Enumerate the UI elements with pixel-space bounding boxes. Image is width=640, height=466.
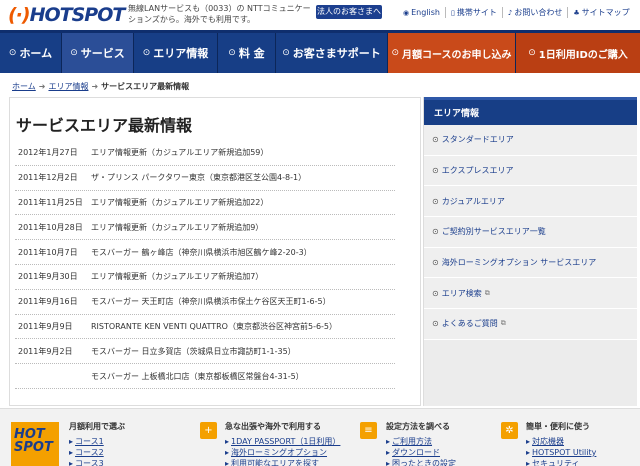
sidebar-item-express-area[interactable]: ⊙ エクスプレスエリア bbox=[424, 155, 637, 187]
circle-arrow-icon: ⊙ bbox=[432, 135, 439, 145]
sidebar-item-contract-area-list[interactable]: ⊙ ご契約別サービスエリア一覧 bbox=[424, 217, 637, 248]
list-item: 2011年9月30日 エリア情報更新（カジュアルエリア新規追加7） bbox=[15, 265, 395, 290]
footer-link[interactable]: ダウンロード bbox=[386, 447, 456, 458]
list-item: 2011年9月9日 RISTORANTE KEN VENTI QUATTRO（東京… bbox=[15, 315, 395, 340]
mobile-site-link[interactable]: ▯ 携帯サイト bbox=[446, 7, 503, 18]
footer-link[interactable]: ご利用方法 bbox=[386, 436, 456, 447]
top-bar: (·)HOTSPOT 無線LANサービスも（0033）の NTTコミュニケーショ… bbox=[0, 0, 640, 30]
list-item: 2011年10月28日 エリア情報更新（カジュアルエリア新規追加9） bbox=[15, 215, 395, 241]
contact-link[interactable]: ♪ お問い合わせ bbox=[503, 7, 569, 18]
list-item: 2012年1月27日 エリア情報更新（カジュアルエリア新規追加59） bbox=[15, 141, 395, 166]
circle-arrow-icon: ⊙ bbox=[528, 48, 536, 58]
list-item: 2011年11月25日 エリア情報更新（カジュアルエリア新規追加22） bbox=[15, 191, 395, 216]
circle-arrow-icon: ⊙ bbox=[432, 196, 439, 206]
hotspot-logo[interactable]: (·)HOTSPOT bbox=[8, 4, 125, 26]
breadcrumb-area-info[interactable]: エリア情報 bbox=[48, 82, 88, 91]
business-customers-button[interactable]: 法人のお客さまへ bbox=[316, 5, 382, 19]
globe-icon: ◉ bbox=[403, 8, 410, 17]
footer-link[interactable]: コース3 bbox=[69, 458, 125, 466]
mobile-icon: ▯ bbox=[451, 8, 455, 17]
utility-links: ◉ English ▯ 携帯サイト ♪ お問い合わせ ♣ サイトマップ bbox=[398, 7, 635, 18]
page-title: サービスエリア最新情報 bbox=[16, 116, 193, 135]
nav-home[interactable]: ⊙ ホーム bbox=[0, 33, 62, 73]
external-window-icon: ⧉ bbox=[484, 288, 490, 297]
list-item: 2011年9月16日 モスバーガー 天王町店（神奈川県横浜市保土ケ谷区天王町1-6… bbox=[15, 290, 395, 315]
plus-icon: + bbox=[200, 422, 217, 439]
footer-col-setup: 設定方法を調べる ご利用方法 ダウンロード 困ったときの設定 bbox=[386, 421, 456, 466]
list-item: 2011年12月2日 ザ・プリンス パークタワー東京（東京都港区芝公園4-8-1） bbox=[15, 166, 395, 191]
nav-daily-id-purchase[interactable]: ⊙ 1日利用IDのご購入 bbox=[516, 33, 640, 73]
gear-icon: ✲ bbox=[501, 422, 518, 439]
nav-service[interactable]: ⊙ サービス bbox=[62, 33, 134, 73]
sidebar-item-standard-area[interactable]: ⊙ スタンダードエリア bbox=[424, 125, 637, 156]
nav-area-info[interactable]: ⊙ エリア情報 bbox=[134, 33, 218, 73]
nav-pricing[interactable]: ⊙ 料 金 bbox=[218, 33, 276, 73]
sidebar-item-area-search[interactable]: ⊙ エリア検索 ⧉ bbox=[424, 278, 637, 310]
footer-link[interactable]: コース2 bbox=[69, 447, 125, 458]
breadcrumb-arrow-icon: ➜ bbox=[91, 82, 99, 91]
sidebar-item-roaming-area[interactable]: ⊙ 海外ローミングオプション サービスエリア bbox=[424, 247, 637, 279]
sidebar-item-casual-area[interactable]: ⊙ カジュアルエリア bbox=[424, 186, 637, 218]
circle-arrow-icon: ⊙ bbox=[391, 48, 400, 58]
circle-arrow-icon: ⊙ bbox=[432, 288, 439, 298]
external-window-icon: ⧉ bbox=[500, 319, 506, 328]
main-nav: ⊙ ホーム ⊙ サービス ⊙ エリア情報 ⊙ 料 金 ⊙ お客さまサポート ⊙ 月額コースの… bbox=[0, 30, 640, 73]
nav-monthly-signup[interactable]: ⊙ 月額コースのお申し込み bbox=[388, 33, 516, 73]
english-link[interactable]: ◉ English bbox=[398, 7, 446, 18]
sidebar-title: エリア情報 bbox=[424, 97, 637, 125]
footer-link[interactable]: 利用可能なエリアを探す bbox=[225, 458, 340, 466]
circle-arrow-icon: ⊙ bbox=[432, 258, 439, 268]
nav-support[interactable]: ⊙ お客さまサポート bbox=[276, 33, 388, 73]
list-item: 2011年9月2日 モスバーガー 日立多賀店（茨城県日立市諏訪町1-1-35） bbox=[15, 339, 395, 365]
footer-link[interactable]: 海外ローミングオプション bbox=[225, 447, 340, 458]
footer-col-convenience: 簡単・便利に使う 対応機器 HOTSPOT Utility セキュリティ bbox=[526, 421, 596, 466]
circle-arrow-icon: ⊙ bbox=[432, 227, 439, 237]
sitemap-icon: ♣ bbox=[573, 8, 580, 17]
breadcrumb-home[interactable]: ホーム bbox=[12, 82, 36, 91]
breadcrumb-current: サービスエリア最新情報 bbox=[101, 82, 190, 91]
circle-arrow-icon: ⊙ bbox=[432, 319, 439, 329]
circle-arrow-icon: ⊙ bbox=[282, 48, 290, 58]
breadcrumb-arrow-icon: ➜ bbox=[38, 82, 46, 91]
circle-arrow-icon: ⊙ bbox=[8, 48, 17, 58]
tagline: 無線LANサービスも（0033）の NTTコミュニケーションズから。海外でも利用… bbox=[128, 4, 311, 24]
sitemap-link[interactable]: ♣ サイトマップ bbox=[568, 7, 634, 18]
footer-col-monthly: 月額利用で選ぶ コース1 コース2 コース3 bbox=[69, 421, 125, 466]
document-icon: ≡ bbox=[360, 422, 377, 439]
footer-col-travel: 急な出張や海外で利用する 1DAY PASSPORT（1日利用） 海外ローミング… bbox=[225, 421, 340, 466]
phone-icon: ♪ bbox=[507, 8, 513, 17]
sidebar: エリア情報 ⊙ スタンダードエリア ⊙ エクスプレスエリア ⊙ カジュアルエリア ⊙ ご… bbox=[423, 97, 637, 406]
footer: HOT SPOT 月額利用で選ぶ コース1 コース2 コース3 + 急な出張や海… bbox=[0, 408, 640, 466]
circle-arrow-icon: ⊙ bbox=[70, 48, 78, 58]
footer-link[interactable]: 対応機器 bbox=[526, 436, 596, 447]
footer-link[interactable]: セキュリティ bbox=[526, 458, 596, 466]
footer-link[interactable]: HOTSPOT Utility bbox=[526, 447, 596, 458]
circle-arrow-icon: ⊙ bbox=[228, 48, 236, 58]
footer-link[interactable]: 1DAY PASSPORT（1日利用） bbox=[225, 436, 340, 447]
sidebar-item-faq[interactable]: ⊙ よくあるご質問 ⧉ bbox=[424, 309, 637, 340]
footer-link[interactable]: 困ったときの設定 bbox=[386, 458, 456, 466]
footer-link[interactable]: コース1 bbox=[69, 436, 125, 447]
circle-arrow-icon: ⊙ bbox=[142, 48, 151, 58]
list-item: モスバーガー 上板橋北口店（東京都板橋区常盤台4-31-5） bbox=[15, 364, 395, 389]
breadcrumb: ホーム ➜ エリア情報 ➜ サービスエリア最新情報 bbox=[12, 81, 189, 92]
news-list: 2012年1月27日 エリア情報更新（カジュアルエリア新規追加59） 2011年1… bbox=[15, 141, 395, 389]
footer-hotspot-logo: HOT SPOT bbox=[11, 422, 59, 466]
circle-arrow-icon: ⊙ bbox=[432, 166, 439, 176]
content-panel: サービスエリア最新情報 2012年1月27日 エリア情報更新（カジュアルエリア新規… bbox=[9, 97, 421, 406]
list-item: 2011年10月7日 モスバーガー 鶴ヶ峰店（神奈川県横浜市旭区鶴ケ峰2-20-3… bbox=[15, 240, 395, 265]
